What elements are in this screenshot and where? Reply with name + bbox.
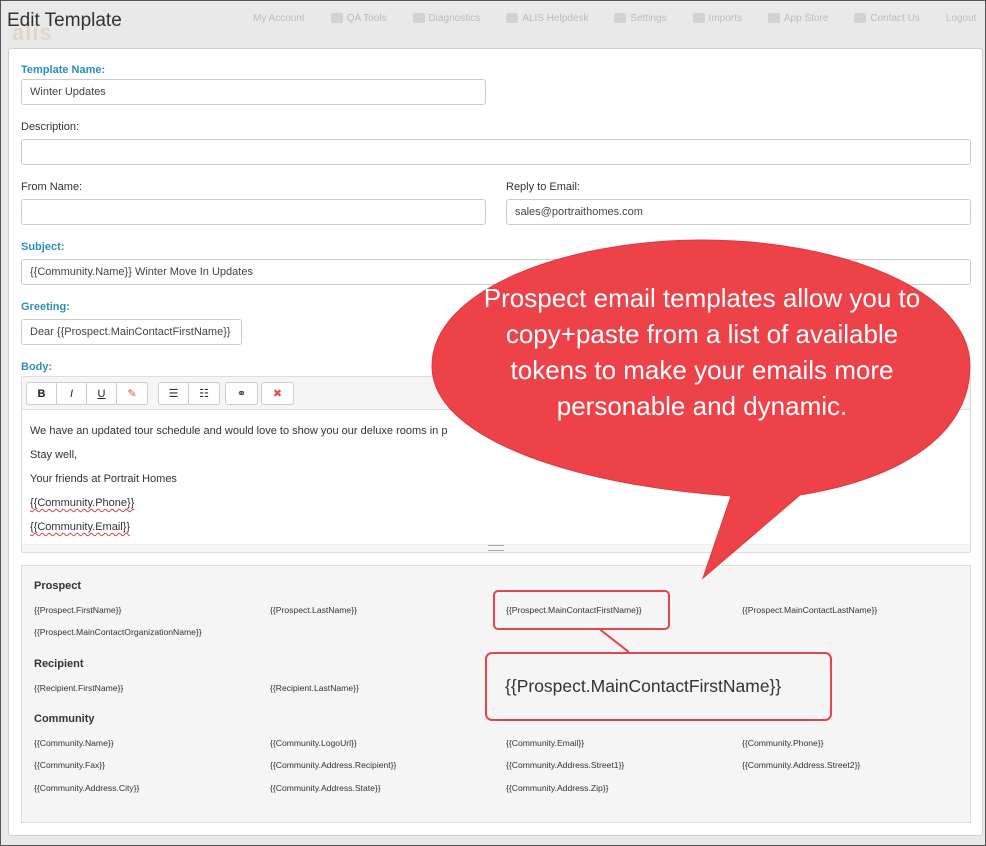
callout-text: Prospect email templates allow you to co…: [483, 283, 921, 421]
